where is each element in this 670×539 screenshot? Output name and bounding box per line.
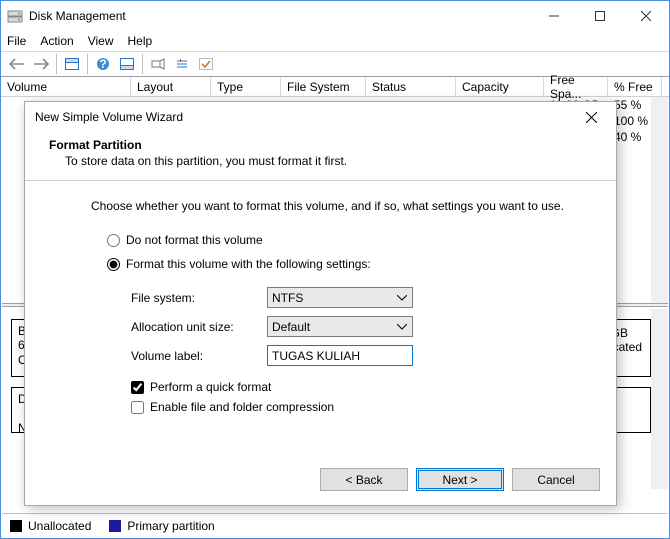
maximize-button[interactable] bbox=[577, 1, 623, 31]
close-button[interactable] bbox=[623, 1, 669, 31]
svg-text:?: ? bbox=[99, 57, 106, 71]
list-icon[interactable] bbox=[170, 53, 194, 75]
scrollbar[interactable] bbox=[651, 309, 668, 489]
menu-view[interactable]: View bbox=[88, 34, 114, 48]
close-icon[interactable] bbox=[576, 105, 606, 129]
label-allocation: Allocation unit size: bbox=[131, 320, 267, 334]
radio-format[interactable] bbox=[107, 258, 120, 271]
dialog-title: New Simple Volume Wizard bbox=[35, 110, 576, 124]
col-type[interactable]: Type bbox=[211, 77, 281, 96]
window-title: Disk Management bbox=[29, 9, 531, 23]
menu-file[interactable]: File bbox=[7, 34, 26, 48]
back-icon[interactable] bbox=[5, 53, 29, 75]
menu-help[interactable]: Help bbox=[128, 34, 153, 48]
forward-icon[interactable] bbox=[29, 53, 53, 75]
check-icon[interactable] bbox=[194, 53, 218, 75]
radio-label: Format this volume with the following se… bbox=[126, 257, 371, 271]
label-file-system: File system: bbox=[131, 291, 267, 305]
dialog-heading: Format Partition bbox=[49, 138, 592, 152]
table-header: Volume Layout Type File System Status Ca… bbox=[1, 77, 669, 97]
col-free[interactable]: Free Spa... bbox=[544, 77, 608, 96]
col-layout[interactable]: Layout bbox=[131, 77, 211, 96]
col-capacity[interactable]: Capacity bbox=[456, 77, 544, 96]
input-volume-label[interactable] bbox=[267, 345, 413, 366]
col-volume[interactable]: Volume bbox=[1, 77, 131, 96]
legend-swatch-unallocated bbox=[10, 520, 22, 532]
legend-label: Unallocated bbox=[28, 519, 91, 533]
col-fs[interactable]: File System bbox=[281, 77, 366, 96]
next-button[interactable]: Next > bbox=[416, 468, 504, 491]
select-allocation[interactable]: Default bbox=[267, 316, 413, 337]
legend-swatch-primary bbox=[109, 520, 121, 532]
check-label: Enable file and folder compression bbox=[150, 400, 334, 414]
dialog-intro: Choose whether you want to format this v… bbox=[91, 199, 578, 213]
legend: Unallocated Primary partition bbox=[2, 513, 668, 537]
view-top-icon[interactable] bbox=[60, 53, 84, 75]
menubar: File Action View Help bbox=[1, 31, 669, 51]
label-volume-label: Volume label: bbox=[131, 349, 267, 363]
back-button[interactable]: < Back bbox=[320, 468, 408, 491]
view-bottom-icon[interactable] bbox=[115, 53, 139, 75]
cancel-button[interactable]: Cancel bbox=[512, 468, 600, 491]
legend-label: Primary partition bbox=[127, 519, 214, 533]
check-compression[interactable] bbox=[131, 401, 144, 414]
help-icon[interactable]: ? bbox=[91, 53, 115, 75]
scrollbar[interactable] bbox=[651, 97, 668, 303]
minimize-button[interactable] bbox=[531, 1, 577, 31]
radio-no-format[interactable] bbox=[107, 234, 120, 247]
menu-action[interactable]: Action bbox=[40, 34, 73, 48]
app-icon bbox=[7, 8, 23, 24]
col-status[interactable]: Status bbox=[366, 77, 456, 96]
select-file-system[interactable]: NTFS bbox=[267, 287, 413, 308]
check-label: Perform a quick format bbox=[150, 380, 271, 394]
col-pct[interactable]: % Free bbox=[608, 77, 662, 96]
radio-label: Do not format this volume bbox=[126, 233, 263, 247]
titlebar: Disk Management bbox=[1, 1, 669, 31]
check-quick-format[interactable] bbox=[131, 381, 144, 394]
dialog-subheading: To store data on this partition, you mus… bbox=[49, 154, 592, 168]
action-icon[interactable] bbox=[146, 53, 170, 75]
wizard-dialog: New Simple Volume Wizard Format Partitio… bbox=[24, 101, 617, 506]
